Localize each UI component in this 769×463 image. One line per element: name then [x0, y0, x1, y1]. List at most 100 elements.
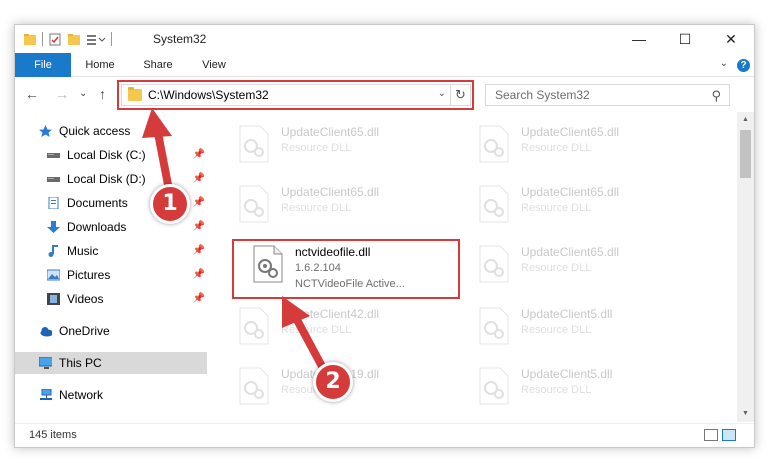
sidebar-item-label: OneDrive	[59, 324, 110, 338]
scroll-down-button[interactable]: ▼	[737, 406, 754, 422]
sidebar-item-label: Downloads	[67, 220, 127, 234]
pin-icon[interactable]: 📌	[193, 240, 205, 262]
file-type: Resource DLL	[521, 202, 592, 214]
sidebar-item-onedrive[interactable]: OneDrive	[15, 320, 207, 342]
view-switcher	[704, 429, 736, 441]
sidebar-item-label: Local Disk (C:)	[67, 148, 146, 162]
properties-icon[interactable]	[48, 33, 62, 46]
vertical-scrollbar[interactable]: ▲ ▼	[737, 112, 754, 422]
file-name: UpdateClient5.dll	[521, 307, 613, 321]
file-item[interactable]: UpdateClient5.dll Resource DLL	[471, 361, 701, 417]
quick-access-toolbar	[23, 32, 112, 46]
new-folder-icon[interactable]	[67, 33, 81, 46]
file-name: UpdateClient65.dll	[521, 245, 620, 259]
file-type: Resource DLL	[281, 324, 352, 336]
dll-file-icon	[479, 245, 509, 283]
pin-icon[interactable]: 📌	[193, 216, 205, 238]
file-name: UpdateClient65.dll	[521, 125, 620, 139]
callout-1: 1	[150, 184, 190, 224]
file-type: Resource DLL	[521, 324, 592, 336]
toolbar-separator	[111, 32, 112, 46]
large-icons-view-icon[interactable]	[722, 429, 736, 441]
maximize-button[interactable]: ☐	[662, 25, 708, 53]
sidebar-item-label: Local Disk (D:)	[67, 172, 146, 186]
file-name: UpdateClient65.dll	[281, 185, 380, 199]
close-button[interactable]: ✕	[708, 25, 754, 53]
window-controls: — ☐ ✕	[616, 25, 754, 53]
expand-ribbon-icon[interactable]: ⌄	[720, 58, 728, 69]
file-name: UpdateClient42.dll	[281, 307, 380, 321]
sidebar-item-label: Music	[67, 244, 99, 258]
file-item[interactable]: UpdateClient5.dll Resource DLL	[471, 301, 701, 357]
file-type: Resource DLL	[281, 202, 352, 214]
file-type: Resource DLL	[521, 384, 592, 396]
file-name: UpdateClient65.dll	[281, 125, 380, 139]
network-icon	[40, 389, 52, 400]
pin-icon[interactable]: 📌	[193, 144, 205, 166]
cloud-icon	[40, 327, 52, 337]
file-type: Resource DLL	[521, 262, 592, 274]
sidebar-item-local-disk-c[interactable]: Local Disk (C:) 📌	[15, 144, 207, 166]
tab-share[interactable]: Share	[133, 53, 183, 77]
sidebar-item-this-pc[interactable]: This PC	[15, 352, 207, 374]
tab-file[interactable]: File	[15, 53, 71, 77]
minimize-button[interactable]: —	[616, 25, 662, 53]
sidebar-item-quick-access[interactable]: Quick access	[15, 120, 207, 142]
file-item[interactable]: UpdateClient65.dll Resource DLL	[471, 239, 701, 295]
scroll-up-button[interactable]: ▲	[737, 112, 754, 128]
title-bar: System32 — ☐ ✕	[15, 25, 754, 53]
pin-icon[interactable]: 📌	[193, 192, 205, 214]
up-button[interactable]: ↑	[99, 86, 106, 102]
ribbon: File Home Share View ⌄ ?	[15, 53, 754, 77]
customize-toolbar-icon[interactable]	[86, 33, 106, 46]
dll-file-icon	[239, 125, 269, 163]
sidebar-item-label: Pictures	[67, 268, 111, 282]
videos-icon	[47, 293, 60, 305]
help-icon[interactable]: ?	[737, 59, 750, 72]
sidebar-item-pictures[interactable]: Pictures 📌	[15, 264, 207, 286]
computer-icon	[39, 357, 52, 369]
tab-view[interactable]: View	[191, 53, 237, 77]
recent-locations-button[interactable]: ⌄	[79, 88, 87, 99]
search-icon[interactable]: ⚲	[711, 88, 721, 104]
file-item[interactable]: UpdateClient42.dll Resource DLL	[231, 301, 461, 357]
pin-icon[interactable]: 📌	[193, 168, 205, 190]
sidebar-item-label: Videos	[67, 292, 104, 306]
status-bar: 145 items	[15, 423, 754, 447]
sidebar-item-network[interactable]: Network	[15, 384, 207, 406]
sidebar-item-label: Network	[59, 388, 104, 402]
sidebar-item-music[interactable]: Music 📌	[15, 240, 207, 262]
dll-file-icon	[479, 125, 509, 163]
music-icon	[48, 245, 58, 257]
sidebar-item-videos[interactable]: Videos 📌	[15, 288, 207, 310]
tab-home[interactable]: Home	[75, 53, 125, 77]
scroll-thumb[interactable]	[740, 130, 751, 178]
star-icon	[39, 125, 52, 137]
forward-button[interactable]: →	[55, 86, 69, 102]
search-box[interactable]: Search System32 ⚲	[485, 84, 730, 106]
dll-file-icon	[239, 307, 269, 345]
file-item[interactable]: UpdateClient65.dll Resource DLL	[471, 119, 701, 175]
file-type: Resource DLL	[521, 142, 592, 154]
window-title: System32	[153, 32, 207, 46]
file-name: UpdateClient5.dll	[521, 367, 613, 381]
file-type: Resource DLL	[281, 142, 352, 154]
dll-file-icon	[239, 367, 269, 405]
drive-icon	[47, 177, 60, 182]
folder-icon[interactable]	[23, 33, 37, 46]
file-item[interactable]: UpdateClient65.dll Resource DLL	[231, 179, 461, 235]
file-item[interactable]: UpdateClient65.dll Resource DLL	[231, 119, 461, 175]
documents-icon	[48, 197, 59, 209]
pictures-icon	[47, 269, 60, 281]
address-bar-highlight	[117, 80, 474, 110]
back-button[interactable]: ←	[25, 86, 39, 102]
pin-icon[interactable]: 📌	[193, 288, 205, 310]
pin-icon[interactable]: 📌	[193, 264, 205, 286]
callout-2: 2	[313, 362, 353, 402]
sidebar-item-label: Quick access	[59, 124, 131, 138]
dll-file-icon	[239, 185, 269, 223]
file-item[interactable]: UpdateClient65.dll Resource DLL	[471, 179, 701, 235]
toolbar-separator	[42, 32, 43, 46]
drive-icon	[47, 153, 60, 158]
details-view-icon[interactable]	[704, 429, 718, 441]
